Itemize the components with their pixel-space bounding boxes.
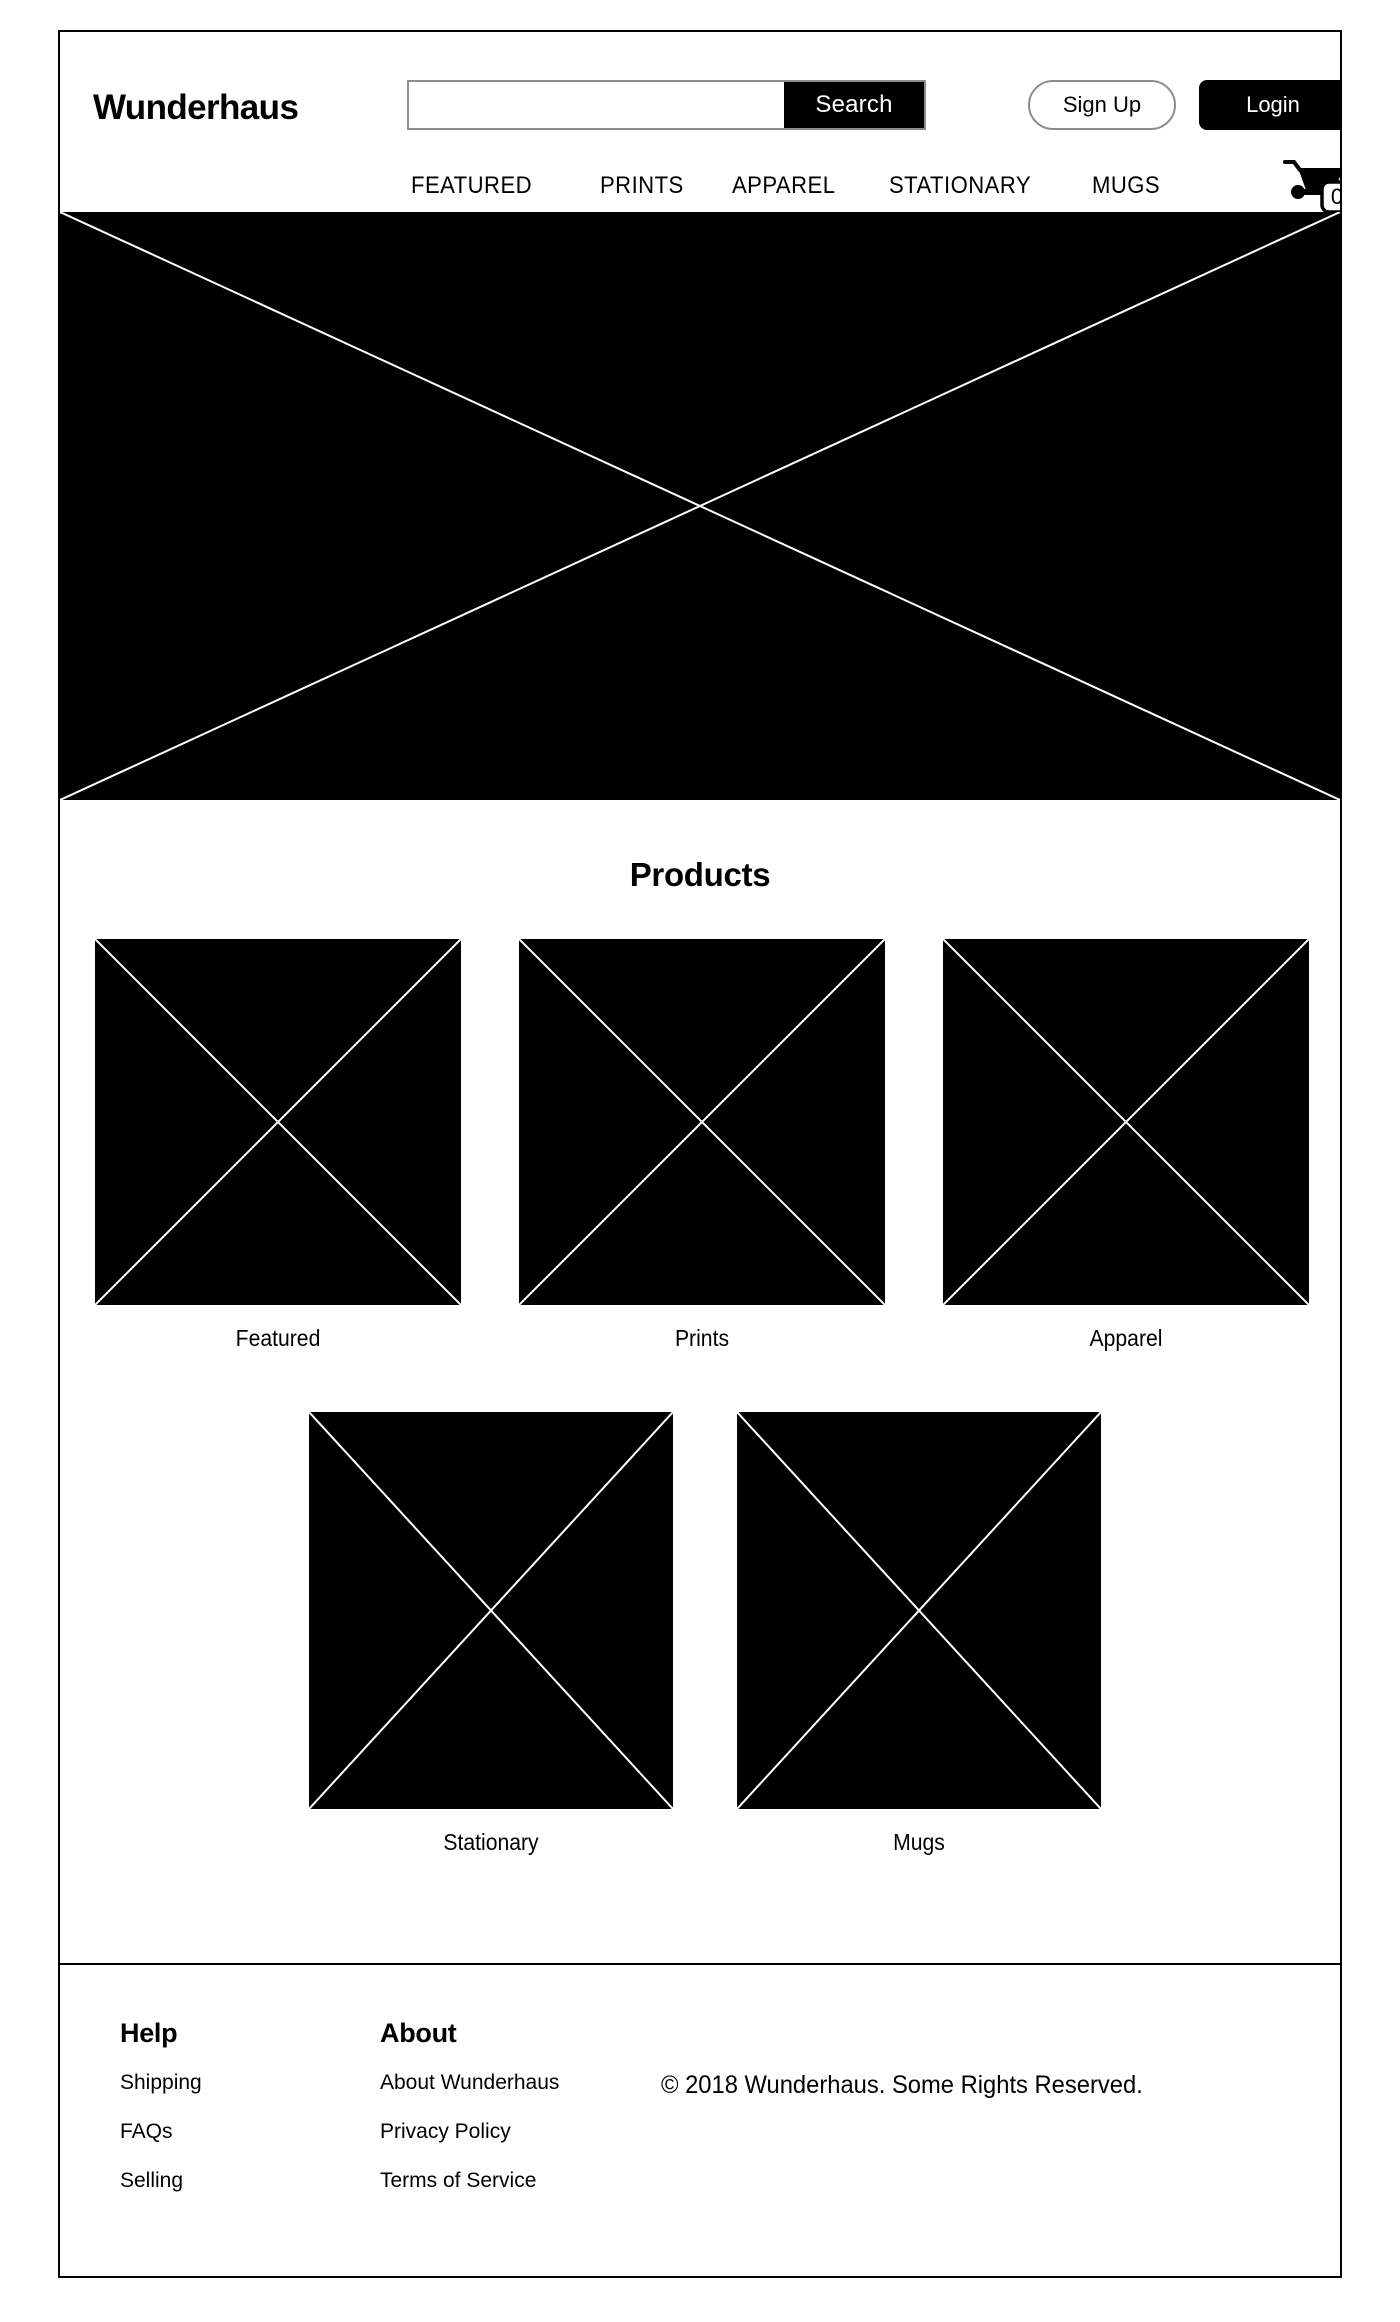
product-thumbnail (309, 1412, 673, 1809)
sign-up-button[interactable]: Sign Up (1028, 80, 1176, 130)
product-tile-apparel[interactable]: Apparel (943, 939, 1309, 1352)
footer-link-about-wunderhaus[interactable]: About Wunderhaus (380, 2071, 559, 2095)
search-bar: Search (407, 80, 926, 130)
search-input[interactable] (409, 82, 784, 128)
nav-item-mugs[interactable]: MUGS (1092, 172, 1160, 200)
placeholder-x-icon (943, 939, 1309, 1305)
product-tile-featured[interactable]: Featured (95, 939, 461, 1352)
product-thumbnail (519, 939, 885, 1305)
site-footer: Help Shipping FAQs Selling About About W… (60, 1963, 1340, 2276)
page-frame: Wunderhaus Search Sign Up Login FEATURED… (58, 30, 1342, 2278)
product-tile-label: Apparel (1089, 1325, 1163, 1351)
cart-button[interactable]: 0 (1282, 158, 1342, 216)
product-thumbnail (737, 1412, 1101, 1809)
hero-placeholder-x-icon (60, 212, 1340, 800)
product-tile-label: Featured (235, 1325, 321, 1351)
cart-count: 0 (1331, 184, 1342, 209)
product-tile-label: Stationary (443, 1829, 539, 1855)
footer-column-help: Help Shipping FAQs Selling (120, 2018, 202, 2218)
nav-item-prints[interactable]: PRINTS (600, 172, 684, 200)
login-button[interactable]: Login (1199, 80, 1340, 130)
product-tile-mugs[interactable]: Mugs (737, 1412, 1101, 1856)
placeholder-x-icon (309, 1412, 673, 1809)
brand-logo[interactable]: Wunderhaus (93, 90, 299, 125)
nav-item-apparel[interactable]: APPAREL (732, 172, 835, 200)
nav-item-stationary[interactable]: STATIONARY (889, 172, 1031, 200)
page-title: Products (629, 856, 771, 893)
product-thumbnail (943, 939, 1309, 1305)
shopping-cart-icon: 0 (1283, 160, 1342, 214)
footer-link-faqs[interactable]: FAQs (120, 2120, 202, 2144)
products-section: Products Featured Prints Apparel Station… (60, 800, 1340, 1963)
primary-nav: FEATURED PRINTS APPAREL STATIONARY MUGS … (60, 160, 1340, 214)
search-button[interactable]: Search (784, 82, 924, 128)
placeholder-x-icon (737, 1412, 1101, 1809)
nav-item-featured[interactable]: FEATURED (411, 172, 532, 200)
product-tile-label: Prints (674, 1325, 730, 1351)
product-tile-prints[interactable]: Prints (519, 939, 885, 1352)
footer-column-title: About (380, 2018, 457, 2048)
site-header: Wunderhaus Search Sign Up Login FEATURED… (60, 32, 1340, 214)
footer-link-selling[interactable]: Selling (120, 2169, 202, 2193)
product-tile-label: Mugs (893, 1829, 945, 1855)
footer-link-shipping[interactable]: Shipping (120, 2071, 202, 2095)
product-thumbnail (95, 939, 461, 1305)
product-tile-stationary[interactable]: Stationary (309, 1412, 673, 1856)
footer-link-terms-of-service[interactable]: Terms of Service (380, 2169, 559, 2193)
hero-banner[interactable] (60, 212, 1340, 800)
copyright-notice: © 2018 Wunderhaus. Some Rights Reserved. (661, 2071, 1143, 2099)
placeholder-x-icon (95, 939, 461, 1305)
footer-column-title: Help (120, 2018, 178, 2048)
footer-link-privacy-policy[interactable]: Privacy Policy (380, 2120, 559, 2144)
placeholder-x-icon (519, 939, 885, 1305)
footer-column-about: About About Wunderhaus Privacy Policy Te… (380, 2018, 559, 2218)
